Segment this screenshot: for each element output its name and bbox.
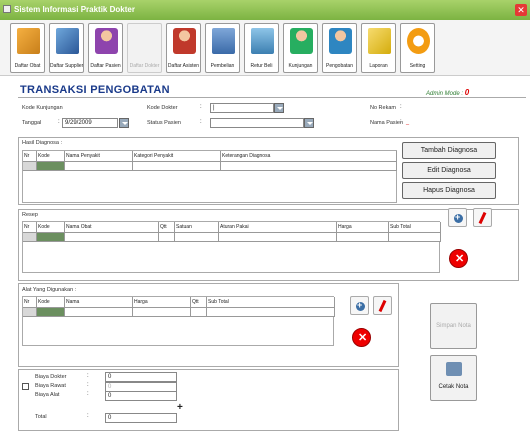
app-icon — [3, 5, 11, 13]
resep-table[interactable]: Nr Kode Nama Obat Qtt Satuan Aturan Paka… — [22, 221, 441, 273]
visit-icon — [290, 28, 313, 54]
toolbar-daftar-supplier[interactable]: Daftar Supplier — [49, 23, 84, 73]
table-row[interactable] — [37, 162, 65, 171]
biaya-rawat-checkbox[interactable] — [22, 383, 29, 390]
toolbar-pengobatan[interactable]: Pengobatan — [322, 23, 357, 73]
add-alat-button[interactable] — [350, 296, 369, 315]
nama-pasien-label: Nama Pasien — [370, 120, 404, 126]
status-pasien-label: Status Pasien — [147, 120, 181, 126]
divider — [18, 97, 526, 98]
kode-dokter-label: Kode Dokter — [147, 105, 178, 111]
nama-pasien-value: _ — [406, 120, 410, 126]
toolbar-daftar-asisten[interactable]: Daftar Asisten — [166, 23, 201, 73]
delete-resep-button[interactable] — [449, 249, 468, 268]
resep-title: Resep — [22, 212, 38, 218]
assistant-icon — [173, 28, 196, 54]
biaya-dokter-input[interactable]: 0 — [105, 372, 177, 382]
edit-alat-button[interactable] — [373, 296, 392, 315]
alat-table[interactable]: Nr Kode Nama Harga Qtt Sub Total — [22, 296, 335, 346]
biaya-panel: Biaya Dokter : 0 Biaya Rawat : 0 Biaya A… — [18, 369, 399, 431]
diagnosa-panel: Hasil Diagnosa : Nr Kode Nama Penyakit K… — [18, 137, 519, 205]
hapus-diagnosa-button[interactable]: Hapus Diagnosa — [402, 182, 496, 199]
biaya-alat-label: Biaya Alat — [35, 392, 60, 398]
toolbar-kunjungan[interactable]: Kunjungan — [283, 23, 318, 73]
toolbar-daftar-pasien[interactable]: Daftar Pasien — [88, 23, 123, 73]
cetak-nota-button[interactable]: Cetak Nota — [430, 355, 477, 401]
table-row[interactable] — [37, 308, 65, 317]
toolbar: Daftar Obat Daftar Supplier Daftar Pasie… — [0, 20, 530, 76]
status-pasien-input[interactable] — [210, 118, 304, 128]
status-pasien-dropdown[interactable] — [304, 118, 314, 128]
plus-icon — [454, 212, 463, 223]
resep-panel: Resep Nr Kode Nama Obat Qtt Satuan Atura… — [18, 208, 519, 281]
supplier-icon — [56, 28, 79, 54]
admin-mode: Admin Mode : 0 — [426, 88, 470, 97]
edit-icon — [378, 299, 387, 313]
kode-kunjungan-label: Kode Kunjungan — [22, 105, 63, 111]
toolbar-daftar-dokter[interactable]: Daftar Dokter — [127, 23, 162, 73]
title-bar: Sistem Informasi Praktik Dokter ✕ — [0, 0, 530, 20]
printer-icon — [446, 362, 462, 376]
kode-dokter-dropdown[interactable] — [274, 103, 284, 113]
tanggal-dropdown[interactable] — [119, 118, 129, 128]
tambah-diagnosa-button[interactable]: Tambah Diagnosa — [402, 142, 496, 159]
diagnosa-table[interactable]: Nr Kode Nama Penyakit Kategori Penyakit … — [22, 150, 397, 203]
edit-resep-button[interactable] — [473, 208, 492, 227]
edit-icon — [478, 211, 487, 225]
add-resep-button[interactable] — [448, 208, 467, 227]
doctor-icon — [134, 28, 157, 54]
setting-icon — [407, 28, 430, 54]
edit-diagnosa-button[interactable]: Edit Diagnosa — [402, 162, 496, 179]
plus-marker: + — [177, 402, 183, 413]
diagnosa-title: Hasil Diagnosa : — [22, 140, 63, 146]
alat-panel: Alat Yang Digunakan : Nr Kode Nama Harga… — [18, 283, 399, 367]
biaya-alat-input[interactable]: 0 — [105, 391, 177, 401]
no-rekam-label: No Rekam — [370, 105, 396, 111]
toolbar-daftar-obat[interactable]: Daftar Obat — [10, 23, 45, 73]
page-title: TRANSAKSI PENGOBATAN — [20, 84, 170, 96]
close-button[interactable]: ✕ — [515, 4, 527, 16]
toolbar-retur-beli[interactable]: Retur Beli — [244, 23, 279, 73]
patient-icon — [95, 28, 118, 54]
total-input[interactable]: 0 — [105, 413, 177, 423]
box-icon — [17, 28, 40, 54]
biaya-rawat-label: Biaya Rawat — [35, 383, 66, 389]
simpan-nota-button[interactable]: Simpan Nota — [430, 303, 477, 349]
total-label: Total — [35, 414, 47, 420]
window-title: Sistem Informasi Praktik Dokter — [14, 5, 135, 14]
report-icon — [368, 28, 391, 54]
tanggal-input[interactable]: 9/29/2009 — [62, 118, 118, 128]
tanggal-label: Tanggal — [22, 120, 42, 126]
alat-title: Alat Yang Digunakan : — [22, 287, 77, 293]
toolbar-setting[interactable]: Setting — [400, 23, 435, 73]
return-icon — [251, 28, 274, 54]
delete-alat-button[interactable] — [352, 328, 371, 347]
toolbar-pembelian[interactable]: Pembelian — [205, 23, 240, 73]
treatment-icon — [329, 28, 352, 54]
kode-dokter-input[interactable]: | — [210, 103, 274, 113]
biaya-dokter-label: Biaya Dokter — [35, 374, 67, 380]
toolbar-laporan[interactable]: Laporan — [361, 23, 396, 73]
table-row[interactable] — [37, 233, 65, 242]
purchase-icon — [212, 28, 235, 54]
plus-icon — [356, 300, 365, 311]
